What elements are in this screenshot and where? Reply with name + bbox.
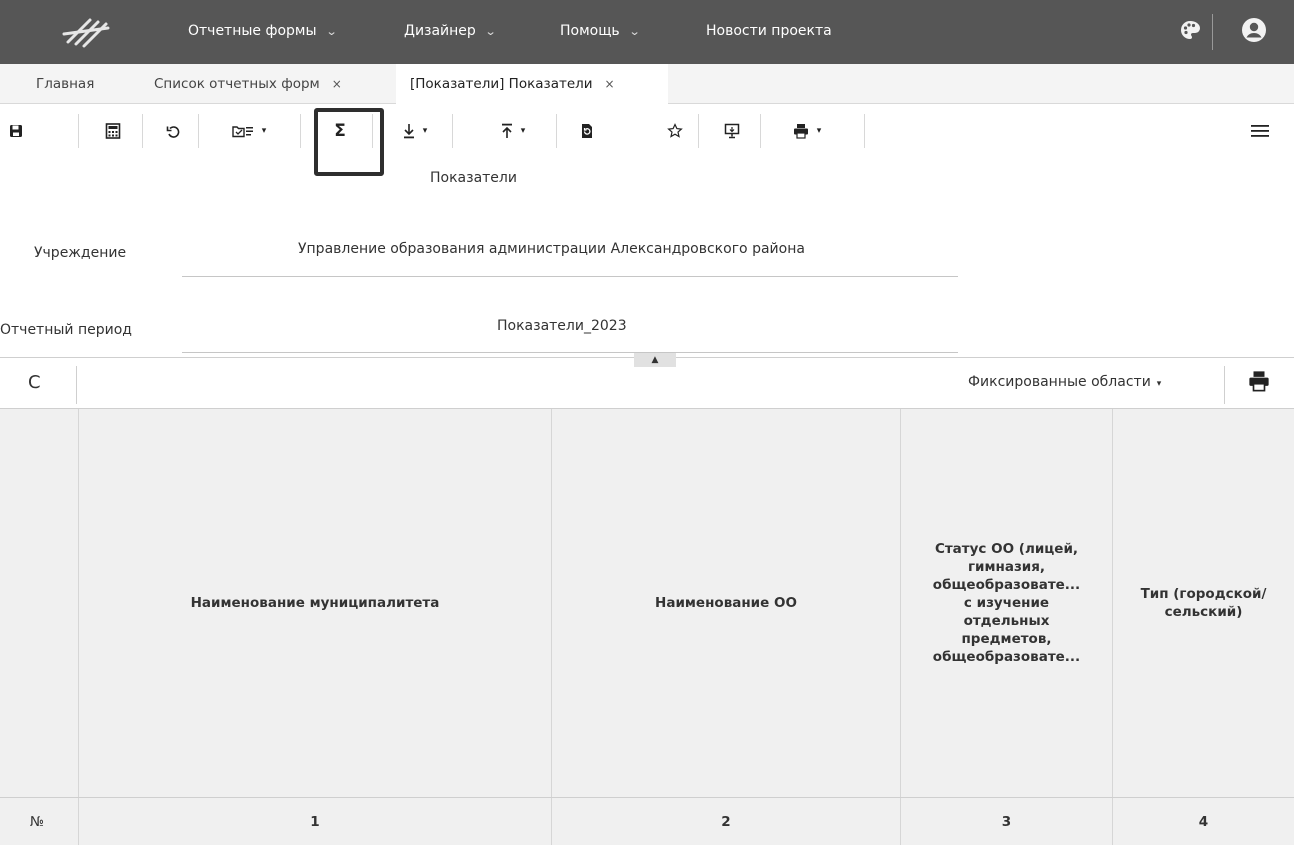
toolbar-menu-button[interactable] (1248, 114, 1272, 148)
tab-reporting-forms-list-label: Список отчетных форм (154, 76, 320, 92)
toolbar-separator (698, 114, 699, 148)
refresh-document-button[interactable] (574, 114, 600, 148)
toolbar-separator (760, 114, 761, 148)
menu-reporting-forms[interactable]: Отчетные формы ⌄ (188, 20, 338, 42)
upload-button[interactable]: ▾ (488, 114, 538, 148)
close-icon[interactable]: × (332, 77, 342, 91)
import-export-icon (232, 126, 253, 138)
caret-down-icon: ▾ (422, 126, 428, 136)
toolbar-separator (198, 114, 199, 148)
collapse-header-button[interactable]: ▲ (634, 353, 676, 367)
toolbar-separator (556, 114, 557, 148)
main-toolbar: ▾ Σ ▾ ▾ ▾ (0, 104, 1294, 158)
column-number-cell: 2 (551, 798, 900, 845)
caret-down-icon: ▾ (816, 126, 822, 136)
menu-project-news[interactable]: Новости проекта (706, 20, 832, 42)
institution-field[interactable]: Управление образования администрации Але… (298, 241, 805, 257)
reporting-period-label: Отчетный период (0, 322, 132, 338)
page-title: Показатели (430, 170, 517, 186)
fixed-areas-dropdown[interactable]: Фиксированные области ▾ (968, 374, 1161, 390)
grid-toolbar-separator (1224, 366, 1225, 404)
toolbar-separator (864, 114, 865, 148)
undo-button[interactable] (160, 114, 186, 148)
column-number-cell: 4 (1112, 798, 1294, 845)
toolbar-separator (78, 114, 79, 148)
menu-designer-label: Дизайнер (404, 23, 476, 39)
calculate-button[interactable] (96, 114, 130, 148)
refresh-document-icon (582, 124, 592, 138)
import-export-button[interactable]: ▾ (218, 114, 280, 148)
menu-icon (1251, 125, 1269, 137)
menu-designer[interactable]: Дизайнер ⌄ (404, 20, 497, 42)
reporting-period-underline (182, 352, 958, 353)
undo-icon (166, 125, 179, 138)
presentation-button[interactable] (718, 114, 746, 148)
column-header-number[interactable] (0, 409, 78, 797)
sum-button-highlight (314, 108, 384, 176)
column-header-label: Наименование муниципалитета (190, 595, 440, 611)
presentation-icon (724, 123, 740, 139)
grid-toolbar-separator (76, 366, 77, 404)
tab-home[interactable]: Главная (20, 64, 108, 104)
column-number-cell: № (30, 814, 45, 830)
download-icon (403, 124, 414, 139)
tab-reporting-forms-list[interactable]: Список отчетных форм × (140, 64, 356, 104)
column-number-cell: 3 (900, 798, 1112, 845)
menu-help-label: Помощь (560, 23, 620, 39)
column-header-label: Наименование ОО (655, 595, 797, 611)
caret-down-icon: ▾ (1156, 379, 1162, 389)
favorite-button[interactable] (662, 114, 688, 148)
chevron-down-icon: ⌄ (325, 25, 338, 38)
institution-field-underline (182, 276, 958, 277)
toolbar-separator (142, 114, 143, 148)
logo-icon[interactable] (60, 12, 116, 52)
chevron-down-icon: ⌄ (628, 25, 641, 38)
tab-bar: Главная Список отчетных форм × [Показател… (0, 64, 1294, 105)
user-account-icon[interactable] (1238, 14, 1270, 46)
upload-icon (501, 123, 512, 138)
column-header-type[interactable]: Тип (городской/ сельский) (1112, 409, 1294, 797)
save-icon (10, 125, 22, 137)
refresh-icon[interactable]: C (28, 372, 50, 394)
fixed-areas-label: Фиксированные области (968, 374, 1151, 390)
chevron-down-icon: ⌄ (484, 25, 497, 38)
menu-project-news-label: Новости проекта (706, 23, 832, 39)
tab-home-label: Главная (36, 76, 95, 92)
column-header-status[interactable]: Статус ОО (лицей, гимназия, общеобразова… (900, 409, 1112, 797)
favorite-star-icon (667, 123, 683, 138)
column-header-label: Статус ОО (лицей, гимназия, общеобразова… (932, 541, 1081, 665)
toolbar-separator (300, 114, 301, 148)
caret-down-icon: ▾ (261, 126, 267, 136)
column-number-row: № 1 2 3 4 (0, 797, 1294, 845)
download-button[interactable]: ▾ (392, 114, 438, 148)
print-icon[interactable] (1248, 370, 1270, 392)
caret-down-icon: ▾ (520, 126, 526, 136)
palette-icon[interactable] (1174, 14, 1206, 46)
toolbar-separator (452, 114, 453, 148)
tab-indicators[interactable]: [Показатели] Показатели × (396, 64, 668, 105)
column-number-cell: 1 (78, 798, 551, 845)
tab-indicators-label: [Показатели] Показатели (410, 76, 593, 92)
menu-reporting-forms-label: Отчетные формы (188, 23, 317, 39)
reporting-period-field[interactable]: Показатели_2023 (497, 318, 627, 334)
save-button[interactable] (0, 114, 32, 148)
navbar-divider (1212, 14, 1213, 50)
table-header: Наименование муниципалитета Наименование… (0, 409, 1294, 797)
close-icon[interactable]: × (605, 77, 615, 91)
print-icon (793, 124, 808, 139)
column-header-label: Тип (городской/ сельский) (1140, 586, 1267, 620)
top-navbar: Отчетные формы ⌄ Дизайнер ⌄ Помощь ⌄ Новост… (0, 0, 1294, 64)
calculator-icon (105, 123, 121, 139)
column-header-municipality[interactable]: Наименование муниципалитета (78, 409, 551, 797)
menu-help[interactable]: Помощь ⌄ (560, 20, 641, 42)
institution-label: Учреждение (34, 245, 127, 261)
print-button[interactable]: ▾ (782, 114, 832, 148)
column-header-organization[interactable]: Наименование ОО (551, 409, 900, 797)
